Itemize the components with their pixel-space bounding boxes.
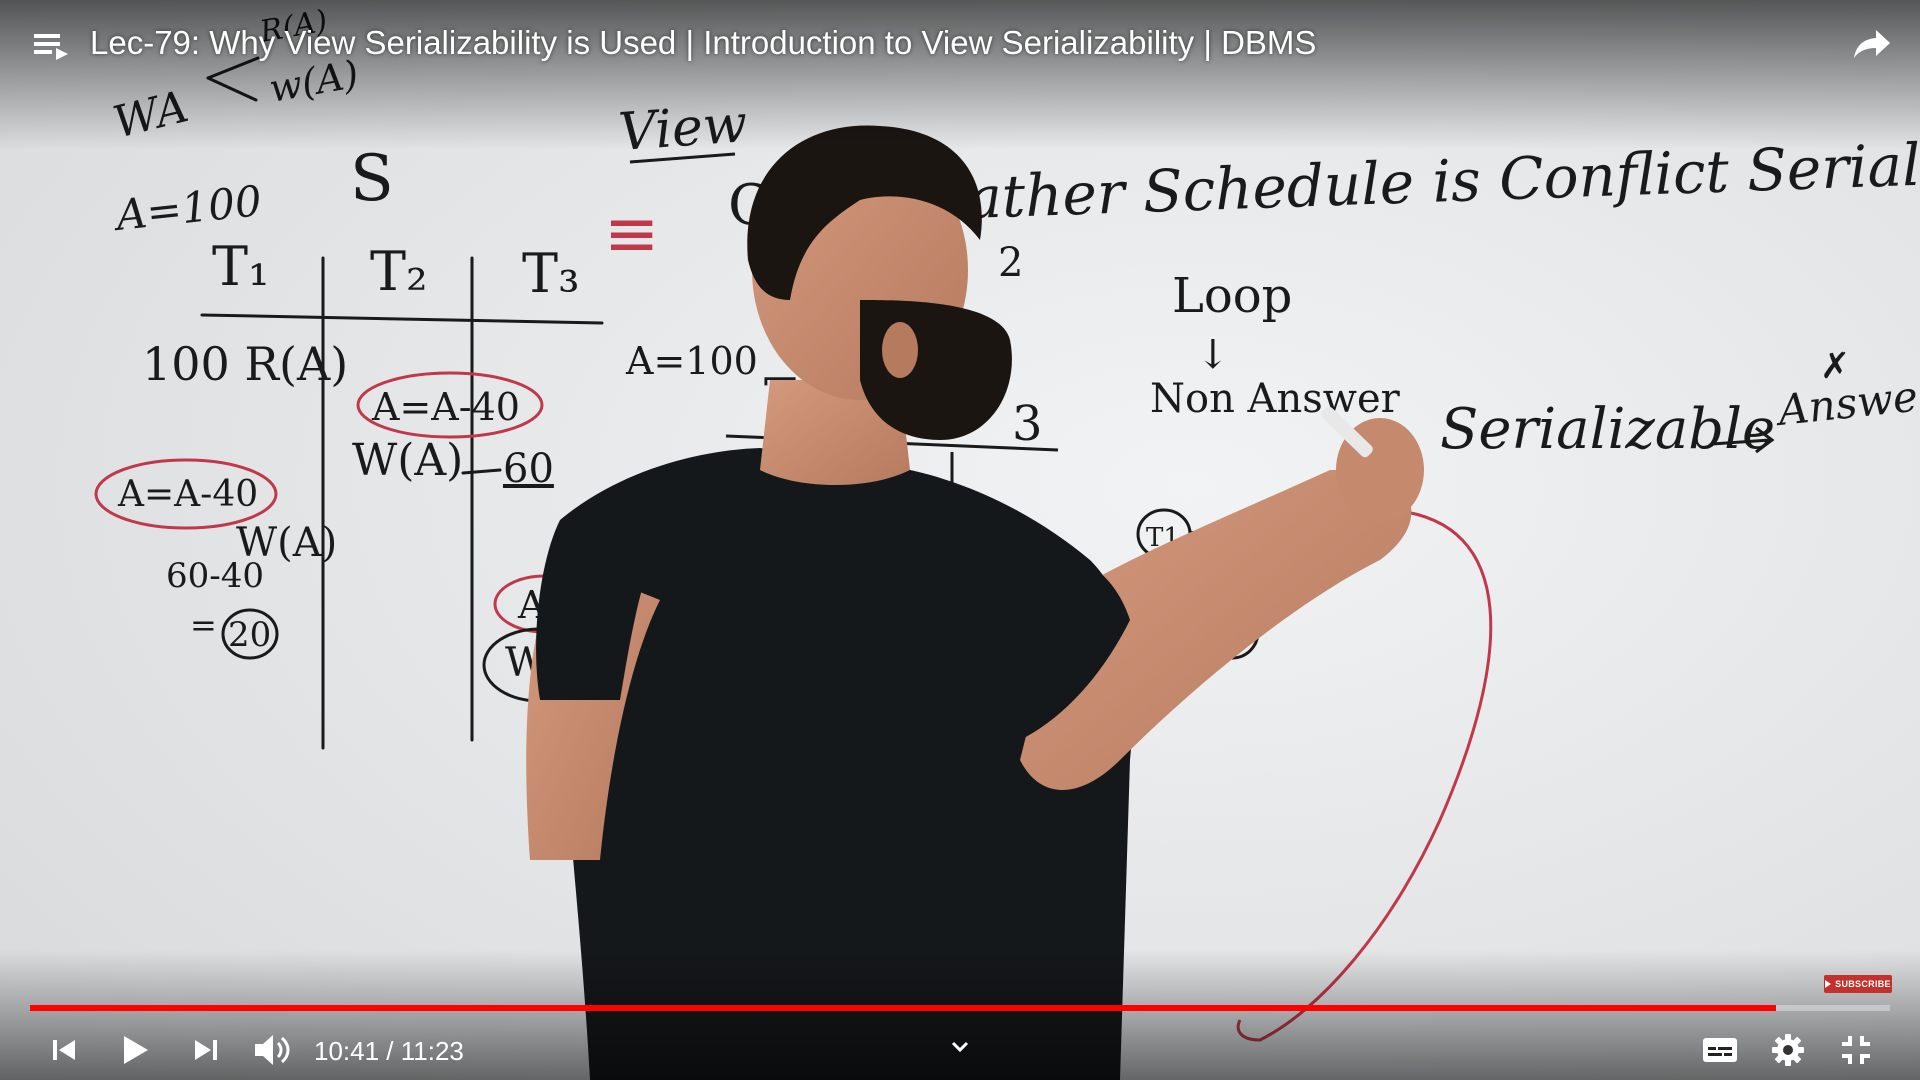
video-frame[interactable]: WA w(A) R(A) A=100 S T₁ T₂ T₃ 100 R(A) A…	[0, 0, 1920, 1080]
volume-icon	[255, 1035, 290, 1065]
partial-3-label: 3	[1012, 396, 1043, 452]
t1-op: A=A-40	[117, 474, 258, 515]
time-display: 10:41 / 11:23	[314, 1036, 464, 1066]
cross-mark: ✗	[1820, 346, 1850, 387]
loop-arrow: ↓	[1196, 332, 1230, 378]
top-bar: Lec-79: Why View Serializability is Used…	[0, 0, 1920, 90]
non-answer-label: Non Answer	[1150, 376, 1401, 422]
chevron-down-icon	[951, 1041, 969, 1053]
loop-label: Loop	[1172, 268, 1292, 324]
volume-button[interactable]	[246, 1024, 298, 1076]
t2-result: 60	[503, 446, 554, 492]
exit-fullscreen-button[interactable]	[1830, 1024, 1882, 1076]
previous-button[interactable]	[38, 1024, 90, 1076]
t1-result: 20	[228, 615, 271, 655]
captions-icon	[1703, 1038, 1737, 1062]
share-icon[interactable]	[1850, 24, 1894, 64]
equivalence-symbol: ≡	[604, 195, 659, 272]
chevron-button[interactable]	[934, 1020, 986, 1072]
t1-eq: =	[190, 606, 217, 644]
settings-button[interactable]	[1762, 1024, 1814, 1076]
t2-write: W(A)	[352, 435, 463, 486]
video-player[interactable]: WA w(A) R(A) A=100 S T₁ T₂ T₃ 100 R(A) A…	[0, 0, 1920, 1080]
youtube-play-icon	[1825, 980, 1832, 988]
captions-button[interactable]	[1694, 1024, 1746, 1076]
play-button[interactable]	[108, 1024, 160, 1076]
schedule-name: S	[350, 142, 394, 216]
playlist-icon[interactable]	[28, 26, 72, 66]
init-value-mid: A=100	[625, 339, 758, 383]
t1-calc: 60-40	[166, 556, 264, 596]
serializable-label: Serializable	[1440, 397, 1775, 462]
t1-read: 100 R(A)	[142, 337, 348, 391]
column-t1: T₁	[212, 235, 270, 298]
progress-bar[interactable]	[30, 1005, 1890, 1011]
play-icon	[124, 1036, 148, 1064]
column-t2: T₂	[370, 240, 428, 303]
partial-2-label: 2	[998, 240, 1023, 286]
subscribe-watermark[interactable]: SUBSCRIBE	[1824, 975, 1892, 993]
skip-next-icon	[195, 1040, 217, 1060]
skip-previous-icon	[53, 1040, 75, 1060]
player-controls: 10:41 / 11:23	[0, 1020, 1920, 1080]
progress-played	[30, 1005, 1777, 1011]
column-t3: T₃	[522, 242, 580, 305]
subscribe-label: SUBSCRIBE	[1835, 979, 1891, 989]
next-button[interactable]	[180, 1024, 232, 1076]
video-title[interactable]: Lec-79: Why View Serializability is Used…	[90, 24, 1316, 62]
exit-fullscreen-icon	[1842, 1036, 1870, 1064]
view-heading: View	[617, 94, 749, 163]
gear-icon	[1772, 1034, 1804, 1066]
t2-op: A=A-40	[371, 385, 520, 429]
